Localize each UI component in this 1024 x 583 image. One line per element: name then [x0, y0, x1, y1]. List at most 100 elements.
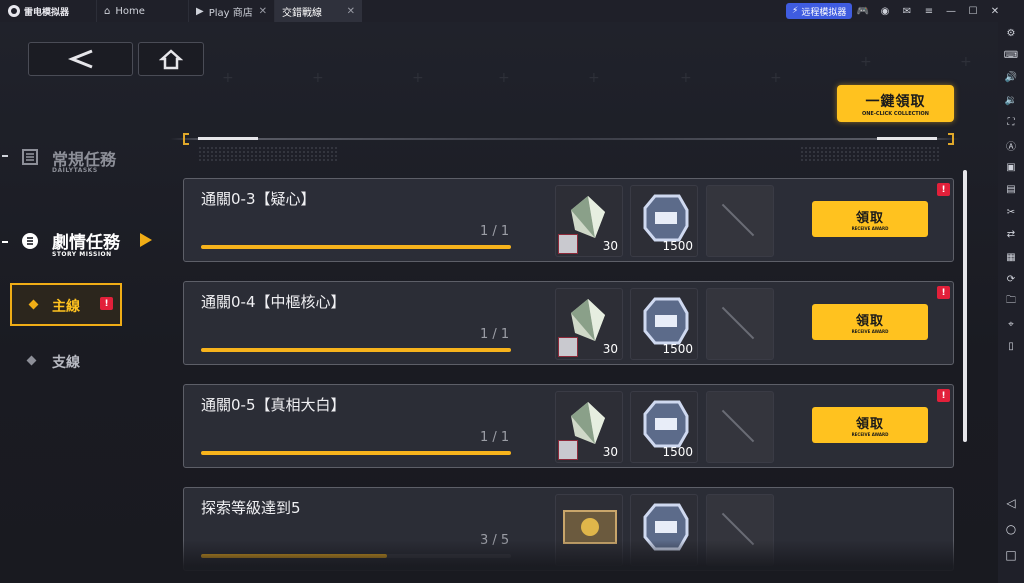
mission-card: 通關0-5【真相大白】 1 / 1 30 1500 領取 RECEIVE AWA…: [183, 384, 954, 468]
reward-quantity: 1500: [662, 342, 693, 356]
decor-cross-icon: +: [588, 70, 600, 86]
lightning-icon: ⚡: [792, 6, 799, 16]
alert-badge: !: [100, 297, 113, 310]
location-icon[interactable]: ⌖: [998, 313, 1024, 335]
volume-down-icon[interactable]: 🔉: [998, 89, 1024, 111]
reward-quantity: 1500: [662, 445, 693, 459]
home-icon: ⌂: [104, 5, 111, 17]
apk-icon[interactable]: ▤: [998, 179, 1024, 201]
receive-award-label: 領取: [855, 314, 884, 329]
fullscreen-icon[interactable]: ⛶: [998, 112, 1024, 134]
reward-slot-empty: [706, 288, 774, 360]
video-icon[interactable]: ▣: [998, 156, 1024, 178]
back-button[interactable]: [28, 42, 133, 76]
reward-slot-crystal[interactable]: 30: [555, 185, 623, 257]
tab-home-label: Home: [115, 5, 145, 17]
game-viewport: + + + + + + + + + 一鍵領取 ONE-CLICK COLLECT…: [0, 22, 998, 583]
emulator-title-bar: 雷电模拟器 ⌂ Home ▶ Play 商店 ✕ 交錯戰線 ✕ ⚡ 远程模拟器 …: [0, 0, 1024, 33]
mission-list-scrollbar[interactable]: [963, 170, 967, 442]
folder-icon[interactable]: 🗀: [998, 291, 1024, 313]
divider-highlight: [198, 137, 258, 140]
decor-cross-icon: +: [412, 70, 424, 86]
receive-award-button[interactable]: 領取 RECEIVE AWARD: [812, 201, 928, 237]
list-icon: [22, 149, 38, 165]
settings-icon[interactable]: ⚙: [998, 22, 1024, 44]
mission-card: 通關0-3【疑心】 1 / 1 30 1500 領取 RECEIVE AWARD…: [183, 178, 954, 262]
emulator-logo-icon: [8, 5, 20, 17]
notes-icon[interactable]: ▦: [998, 246, 1024, 268]
mission-title: 探索等級達到5: [201, 499, 301, 517]
one-click-sublabel: ONE-CLICK COLLECTION: [861, 110, 929, 117]
decor-cross-icon: +: [960, 54, 972, 70]
reward-slot-chip[interactable]: 1500: [630, 391, 698, 463]
decor-cross-icon: +: [860, 54, 872, 70]
chip-icon: [643, 194, 689, 242]
divider-bracket: [948, 133, 954, 145]
nav-main-line[interactable]: 主線 !: [10, 283, 122, 326]
recent-square-icon[interactable]: □: [998, 548, 1024, 562]
decor-cross-icon: +: [312, 70, 324, 86]
receive-award-button[interactable]: 領取 RECEIVE AWARD: [812, 304, 928, 340]
gamepad-icon[interactable]: 🎮: [852, 6, 874, 17]
nav-side-line-label: 支線: [52, 355, 80, 371]
alert-badge: !: [937, 286, 950, 299]
emulator-brand-label: 雷电模拟器: [24, 7, 70, 18]
remote-emulator-button[interactable]: ⚡ 远程模拟器: [786, 3, 853, 19]
reward-slot-chip[interactable]: 1500: [630, 288, 698, 360]
tab-close-icon[interactable]: ✕: [259, 6, 267, 17]
tab-close-icon[interactable]: ✕: [347, 6, 355, 17]
reward-quantity: 30: [602, 239, 618, 253]
menu-icon[interactable]: ≡: [918, 6, 940, 17]
receive-award-button[interactable]: 領取 RECEIVE AWARD: [812, 407, 928, 443]
shuriken-icon: [558, 440, 578, 460]
receive-award-label: 領取: [855, 211, 884, 226]
account-icon[interactable]: ◉: [874, 6, 896, 17]
selected-arrow-icon: [140, 233, 152, 247]
minimize-icon[interactable]: —: [940, 6, 962, 17]
mission-progress-bar: [201, 451, 511, 455]
nav-daily-subtitle: DAILYTASKS: [52, 167, 98, 174]
shake-icon[interactable]: ▯: [998, 335, 1024, 357]
diamond-icon: [28, 299, 39, 310]
receive-award-sublabel: RECEIVE AWARD: [851, 329, 889, 334]
alert-badge: !: [937, 389, 950, 402]
emulator-brand: 雷电模拟器: [0, 0, 96, 22]
one-click-collect-button[interactable]: 一鍵領取 ONE-CLICK COLLECTION: [837, 85, 954, 122]
home-button[interactable]: [138, 42, 204, 76]
mission-progress-text: 1 / 1: [480, 327, 510, 342]
tab-play-store[interactable]: ▶ Play 商店 ✕: [188, 0, 274, 22]
play-store-icon: ▶: [196, 5, 204, 17]
mission-title: 通關0-3【疑心】: [201, 190, 316, 208]
scissors-icon[interactable]: ✂: [998, 201, 1024, 223]
back-arrow-icon: [67, 49, 93, 69]
home-circle-icon[interactable]: ○: [998, 522, 1024, 536]
progress-fill: [201, 245, 511, 249]
mission-progress-bar: [201, 245, 511, 249]
nav-dash: [2, 241, 8, 243]
chip-icon: [643, 400, 689, 448]
reward-slot-crystal[interactable]: 30: [555, 391, 623, 463]
reward-quantity: 30: [602, 342, 618, 356]
volume-up-icon[interactable]: 🔊: [998, 67, 1024, 89]
tab-game[interactable]: 交錯戰線 ✕: [274, 0, 362, 33]
back-triangle-icon[interactable]: ◁: [998, 496, 1024, 510]
decor-cross-icon: +: [222, 70, 234, 86]
tab-home[interactable]: ⌂ Home: [96, 0, 188, 22]
keyboard-icon[interactable]: ⌨: [998, 44, 1024, 66]
divider-highlight: [877, 137, 937, 140]
home-house-icon: [159, 49, 183, 70]
reward-slot-empty: [706, 391, 774, 463]
reward-slot-chip[interactable]: 1500: [630, 185, 698, 257]
translate-icon[interactable]: Ⓐ: [998, 134, 1024, 156]
rotate-icon[interactable]: ⟳: [998, 268, 1024, 290]
reward-quantity: 30: [602, 445, 618, 459]
alert-badge: !: [937, 183, 950, 196]
reward-slot-crystal[interactable]: 30: [555, 288, 623, 360]
nav-story-title: 劇情任務: [52, 233, 120, 253]
close-icon[interactable]: ✕: [984, 6, 1006, 17]
maximize-icon[interactable]: ☐: [962, 6, 984, 17]
receive-award-sublabel: RECEIVE AWARD: [851, 432, 889, 437]
mail-icon[interactable]: ✉: [896, 6, 918, 17]
sync-icon[interactable]: ⇄: [998, 224, 1024, 246]
receive-award-label: 領取: [855, 417, 884, 432]
